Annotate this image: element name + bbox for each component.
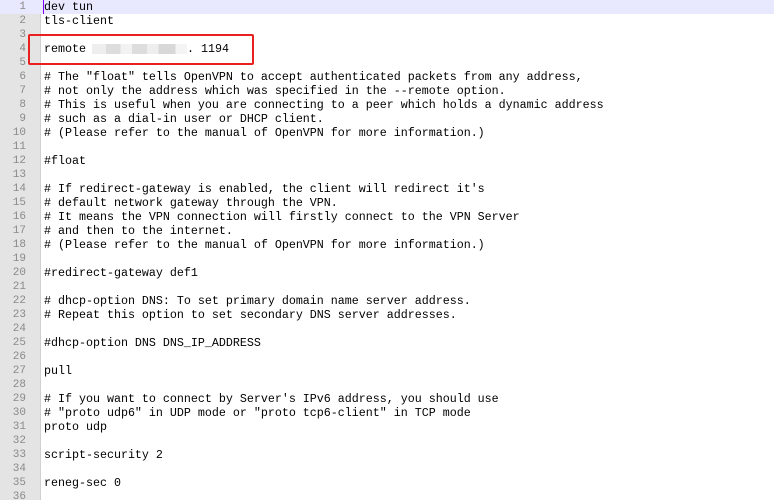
code-line[interactable]: 32: [0, 434, 774, 448]
line-number: 27: [12, 365, 26, 377]
line-number: 20: [12, 267, 26, 279]
code-line[interactable]: 21: [0, 280, 774, 294]
code-text: # dhcp-option DNS: To set primary domain…: [44, 294, 471, 308]
text-caret: [43, 0, 44, 14]
code-line[interactable]: 23 # Repeat this option to set secondary …: [0, 308, 774, 322]
line-number: 1: [19, 1, 26, 13]
line-number: 21: [12, 281, 26, 293]
line-number: 7: [19, 85, 26, 97]
code-text: # and then to the internet.: [44, 224, 233, 238]
code-line[interactable]: 14 # If redirect-gateway is enabled, the …: [0, 182, 774, 196]
code-line[interactable]: 8 # This is useful when you are connectin…: [0, 98, 774, 112]
code-line[interactable]: 16 # It means the VPN connection will fir…: [0, 210, 774, 224]
line-number: 12: [12, 155, 26, 167]
code-text: # (Please refer to the manual of OpenVPN…: [44, 126, 485, 140]
line-number: 11: [12, 141, 26, 153]
code-line[interactable]: 7 # not only the address which was specif…: [0, 84, 774, 98]
code-text: # The "float" tells OpenVPN to accept au…: [44, 70, 583, 84]
code-line[interactable]: 6 # The "float" tells OpenVPN to accept a…: [0, 70, 774, 84]
code-text: #float: [44, 154, 86, 168]
code-line[interactable]: 30 # "proto udp6" in UDP mode or "proto t…: [0, 406, 774, 420]
code-text: tls-client: [44, 14, 114, 28]
code-text: # If redirect-gateway is enabled, the cl…: [44, 182, 485, 196]
code-line[interactable]: 24: [0, 322, 774, 336]
code-line[interactable]: 15 # default network gateway through the …: [0, 196, 774, 210]
line-number: 35: [12, 477, 26, 489]
line-number: 19: [12, 253, 26, 265]
code-line[interactable]: 10 # (Please refer to the manual of OpenV…: [0, 126, 774, 140]
line-number: 18: [12, 239, 26, 251]
line-number: 32: [12, 435, 26, 447]
line-number: 15: [12, 197, 26, 209]
code-line[interactable]: 28: [0, 378, 774, 392]
code-line[interactable]: 12 #float: [0, 154, 774, 168]
code-line[interactable]: 11: [0, 140, 774, 154]
code-line[interactable]: 9 # such as a dial-in user or DHCP client…: [0, 112, 774, 126]
code-line[interactable]: 26: [0, 350, 774, 364]
line-number: 9: [19, 113, 26, 125]
line-number: 25: [12, 337, 26, 349]
line-number: 29: [12, 393, 26, 405]
code-line[interactable]: 29 # If you want to connect by Server's I…: [0, 392, 774, 406]
line-number: 13: [12, 169, 26, 181]
line-number: 31: [12, 421, 26, 433]
code-line[interactable]: 33 script-security 2: [0, 448, 774, 462]
line-number: 16: [12, 211, 26, 223]
code-line[interactable]: 27 pull: [0, 364, 774, 378]
code-line[interactable]: 1 dev tun: [0, 0, 774, 14]
code-line[interactable]: 17 # and then to the internet.: [0, 224, 774, 238]
code-line[interactable]: 22 # dhcp-option DNS: To set primary doma…: [0, 294, 774, 308]
code-line[interactable]: 19: [0, 252, 774, 266]
line-number: 6: [19, 71, 26, 83]
line-number: 10: [12, 127, 26, 139]
line-number: 33: [12, 449, 26, 461]
line-number: 36: [12, 491, 26, 503]
line-number: 3: [19, 29, 26, 41]
line-number: 5: [19, 57, 26, 69]
line-number: 2: [19, 15, 26, 27]
code-text: # It means the VPN connection will first…: [44, 210, 520, 224]
code-text: script-security 2: [44, 448, 163, 462]
code-line[interactable]: 34: [0, 462, 774, 476]
line-number: 14: [12, 183, 26, 195]
code-text: # This is useful when you are connecting…: [44, 98, 604, 112]
code-text: #redirect-gateway def1: [44, 266, 198, 280]
line-number: 23: [12, 309, 26, 321]
code-text: # If you want to connect by Server's IPv…: [44, 392, 499, 406]
code-text: # Repeat this option to set secondary DN…: [44, 308, 457, 322]
code-text: # such as a dial-in user or DHCP client.: [44, 112, 324, 126]
code-text: # default network gateway through the VP…: [44, 196, 338, 210]
line-number: 22: [12, 295, 26, 307]
code-text: reneg-sec 0: [44, 476, 121, 490]
code-text: dev tun: [44, 0, 93, 14]
line-number: 30: [12, 407, 26, 419]
code-text: pull: [44, 364, 72, 378]
text-editor[interactable]: 1 dev tun 2 tls-client 3 4 remote. 1194 5 6 # The…: [0, 0, 774, 503]
line-number: 17: [12, 225, 26, 237]
line-number: 24: [12, 323, 26, 335]
code-line[interactable]: 2 tls-client: [0, 14, 774, 28]
line-number: 34: [12, 463, 26, 475]
code-text: # (Please refer to the manual of OpenVPN…: [44, 238, 485, 252]
code-text: # not only the address which was specifi…: [44, 84, 506, 98]
code-line[interactable]: 36: [0, 490, 774, 504]
line-number: 26: [12, 351, 26, 363]
line-number: 4: [19, 43, 26, 55]
line-number: 8: [19, 99, 26, 111]
code-line[interactable]: 35 reneg-sec 0: [0, 476, 774, 490]
code-text: # "proto udp6" in UDP mode or "proto tcp…: [44, 406, 471, 420]
code-line[interactable]: 18 # (Please refer to the manual of OpenV…: [0, 238, 774, 252]
code-line[interactable]: 20 #redirect-gateway def1: [0, 266, 774, 280]
line-number: 28: [12, 379, 26, 391]
code-line[interactable]: 25 #dhcp-option DNS DNS_IP_ADDRESS: [0, 336, 774, 350]
code-line[interactable]: 31 proto udp: [0, 420, 774, 434]
code-text: proto udp: [44, 420, 107, 434]
code-line[interactable]: 13: [0, 168, 774, 182]
remote-line-highlight-box: [28, 34, 254, 65]
code-text: #dhcp-option DNS DNS_IP_ADDRESS: [44, 336, 261, 350]
